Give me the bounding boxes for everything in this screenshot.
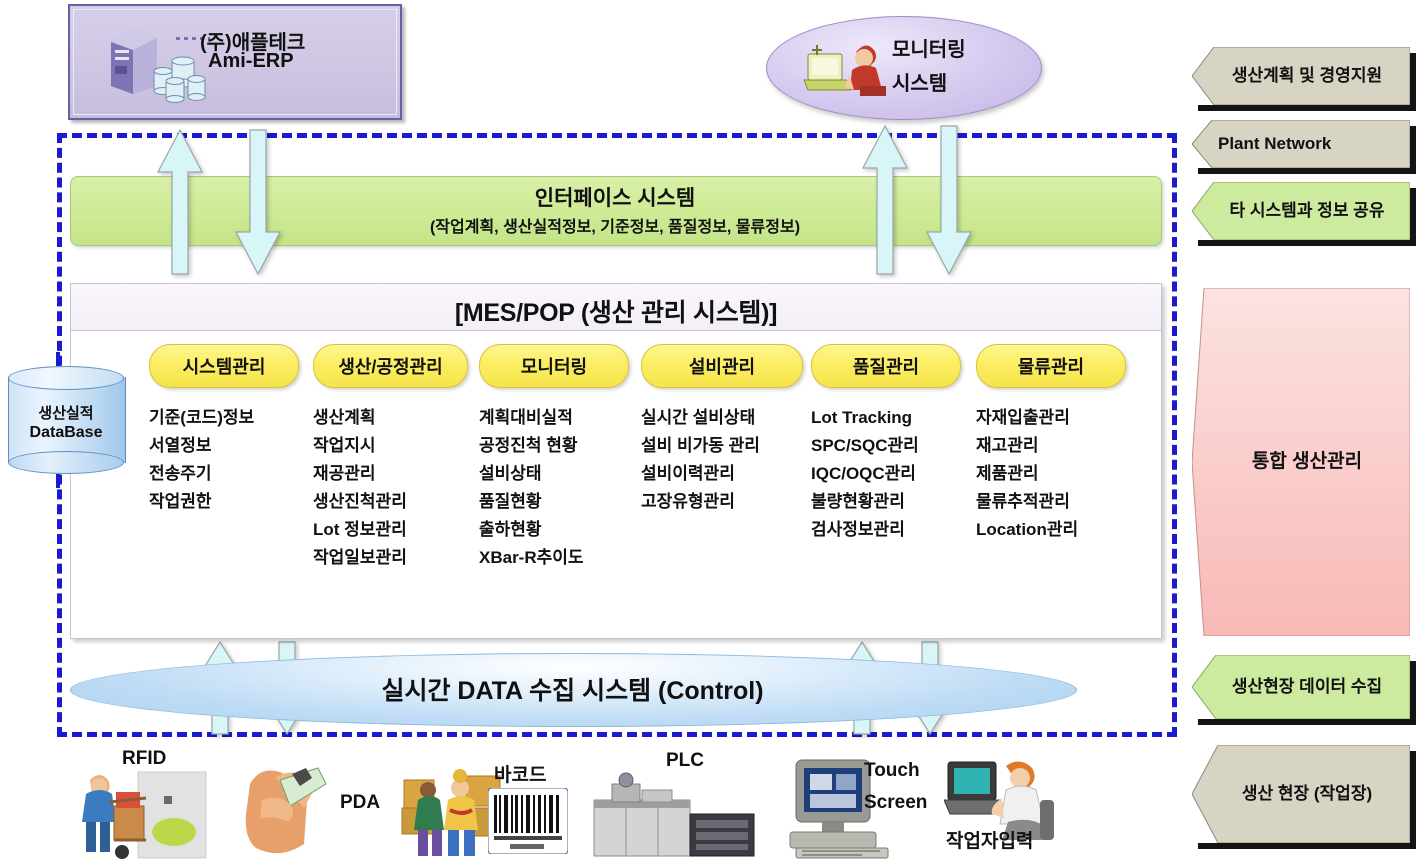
mes-item[interactable]: 물류추적관리	[976, 488, 1126, 516]
mes-item[interactable]: 설비 비가동 관리	[641, 432, 803, 460]
mes-item[interactable]: 재공관리	[313, 460, 468, 488]
hand-pda-icon	[245, 767, 327, 854]
category-label: 모니터링	[520, 357, 588, 377]
mes-item[interactable]: 실시간 설비상태	[641, 404, 803, 432]
mes-item[interactable]: 작업지시	[313, 432, 468, 460]
mes-column-production: 생산/공정관리 생산계획 작업지시 재공관리 생산진척관리 Lot 정보관리 작…	[313, 344, 468, 572]
mes-column-monitoring: 모니터링 계획대비실적 공정진척 현황 설비상태 품질현황 출하현황 XBar-…	[479, 344, 629, 572]
panel-label: 타 시스템과 정보 공유	[1229, 201, 1385, 220]
category-label: 품질관리	[852, 357, 920, 377]
production-database-cylinder[interactable]: 생산실적 DataBase	[8, 366, 126, 474]
category-pill-equipment[interactable]: 설비관리	[641, 344, 803, 388]
mes-item[interactable]: 생산진척관리	[313, 488, 468, 516]
mes-panel-header: [MES/POP (생산 관리 시스템)]	[71, 284, 1161, 331]
mes-item[interactable]: Lot Tracking	[811, 404, 961, 432]
mes-item[interactable]: 제품관리	[976, 460, 1126, 488]
monitoring-label-line1: 모니터링	[892, 39, 966, 61]
arrow-down-monitoring	[925, 124, 973, 276]
panel-label: 생산계획 및 경영지원	[1231, 66, 1383, 85]
mes-item[interactable]: 자재입출관리	[976, 404, 1126, 432]
mes-column-system: 시스템관리 기준(코드)정보 서열정보 전송주기 작업권한	[149, 344, 299, 516]
panel-label: Plant Network	[1218, 134, 1332, 153]
mes-item[interactable]: XBar-R추이도	[479, 544, 629, 572]
mes-pop-panel: [MES/POP (생산 관리 시스템)] 시스템관리 기준(코드)정보 서열정…	[70, 283, 1162, 639]
mes-item[interactable]: 설비상태	[479, 460, 629, 488]
db-connector-top	[56, 352, 60, 366]
mes-item[interactable]: 기준(코드)정보	[149, 404, 299, 432]
control-system-label: 실시간 DATA 수집 시스템 (Control)	[381, 677, 764, 705]
category-label: 시스템관리	[182, 357, 266, 377]
mes-item[interactable]: 불량현황관리	[811, 488, 961, 516]
category-items: 생산계획 작업지시 재공관리 생산진척관리 Lot 정보관리 작업일보관리	[313, 404, 468, 572]
arrow-down-erp	[234, 128, 282, 276]
category-label: 생산/공정관리	[338, 357, 443, 377]
arrow-up-monitoring	[861, 124, 909, 276]
erp-product-label: Ami-ERP	[208, 50, 294, 72]
database-disks-icon	[153, 56, 206, 103]
mes-item[interactable]: Location관리	[976, 516, 1126, 544]
panel-label: 통합 생산관리	[1251, 451, 1363, 472]
mes-item[interactable]: 생산계획	[313, 404, 468, 432]
device-label-pda: PDA	[340, 792, 381, 813]
db-bottom-ellipse	[8, 451, 124, 474]
panel-label: 생산 현장 (작업장)	[1241, 784, 1373, 803]
mes-item[interactable]: 작업일보관리	[313, 544, 468, 572]
mes-item[interactable]: 재고관리	[976, 432, 1126, 460]
mes-item[interactable]: 품질현황	[479, 488, 629, 516]
mes-item[interactable]: 공정진척 현황	[479, 432, 629, 460]
panel-plant-network[interactable]: Plant Network	[1192, 120, 1410, 168]
device-label-barcode: 바코드	[494, 765, 547, 786]
category-items: 계획대비실적 공정진척 현황 설비상태 품질현황 출하현황 XBar-R추이도	[479, 404, 629, 572]
device-label-touch: Touch	[864, 760, 920, 781]
mes-item[interactable]: 작업권한	[149, 488, 299, 516]
panel-shopfloor-data[interactable]: 생산현장 데이터 수집	[1192, 655, 1410, 719]
worker-cart-rfid-icon	[82, 771, 207, 859]
db-label-line2: DataBase	[29, 424, 103, 441]
category-label: 설비관리	[688, 357, 756, 377]
db-label-line1: 생산실적	[38, 405, 94, 422]
mes-item[interactable]: 고장유형관리	[641, 488, 803, 516]
mes-item[interactable]: 설비이력관리	[641, 460, 803, 488]
arrow-up-erp	[156, 128, 204, 276]
device-label-screen: Screen	[864, 792, 928, 813]
plc-machine-icon	[593, 772, 755, 857]
mes-item[interactable]: 서열정보	[149, 432, 299, 460]
category-pill-production[interactable]: 생산/공정관리	[313, 344, 468, 388]
panel-production-planning[interactable]: 생산계획 및 경영지원	[1192, 47, 1410, 105]
mes-title: [MES/POP (생산 관리 시스템)]	[454, 299, 778, 327]
mes-column-equipment: 설비관리 실시간 설비상태 설비 비가동 관리 설비이력관리 고장유형관리	[641, 344, 803, 516]
category-items: 자재입출관리 재고관리 제품관리 물류추적관리 Location관리	[976, 404, 1126, 544]
panel-label: 생산현장 데이터 수집	[1231, 677, 1383, 696]
mes-item[interactable]: 출하현황	[479, 516, 629, 544]
category-pill-system[interactable]: 시스템관리	[149, 344, 299, 388]
mes-item[interactable]: Lot 정보관리	[313, 516, 468, 544]
panel-integrated-production[interactable]: 통합 생산관리	[1192, 288, 1410, 636]
category-label: 물류관리	[1017, 357, 1085, 377]
mes-item[interactable]: 전송주기	[149, 460, 299, 488]
db-top-ellipse	[8, 366, 124, 390]
category-pill-quality[interactable]: 품질관리	[811, 344, 961, 388]
category-pill-logistics[interactable]: 물류관리	[976, 344, 1126, 388]
mes-item[interactable]: SPC/SQC관리	[811, 432, 961, 460]
device-label-plc: PLC	[666, 750, 704, 771]
barcode-icon	[488, 788, 568, 854]
category-pill-monitoring[interactable]: 모니터링	[479, 344, 629, 388]
mes-item[interactable]: 계획대비실적	[479, 404, 629, 432]
mes-column-quality: 품질관리 Lot Tracking SPC/SQC관리 IQC/OQC관리 불량…	[811, 344, 961, 544]
panel-shopfloor[interactable]: 생산 현장 (작업장)	[1192, 745, 1410, 843]
person-at-computer-icon	[803, 45, 886, 96]
db-connector-bottom	[56, 474, 60, 488]
mes-column-logistics: 물류관리 자재입출관리 재고관리 제품관리 물류추적관리 Location관리	[976, 344, 1126, 544]
mes-item[interactable]: IQC/OQC관리	[811, 460, 961, 488]
category-items: 실시간 설비상태 설비 비가동 관리 설비이력관리 고장유형관리	[641, 404, 803, 516]
monitoring-label-line2: 시스템	[892, 73, 948, 95]
category-items: 기준(코드)정보 서열정보 전송주기 작업권한	[149, 404, 299, 516]
device-label-operator-input: 작업자입력	[946, 831, 1034, 852]
category-items: Lot Tracking SPC/SQC관리 IQC/OQC관리 불량현황관리 …	[811, 404, 961, 544]
mes-item[interactable]: 검사정보관리	[811, 516, 961, 544]
device-label-rfid: RFID	[122, 748, 167, 769]
panel-info-sharing[interactable]: 타 시스템과 정보 공유	[1192, 182, 1410, 240]
